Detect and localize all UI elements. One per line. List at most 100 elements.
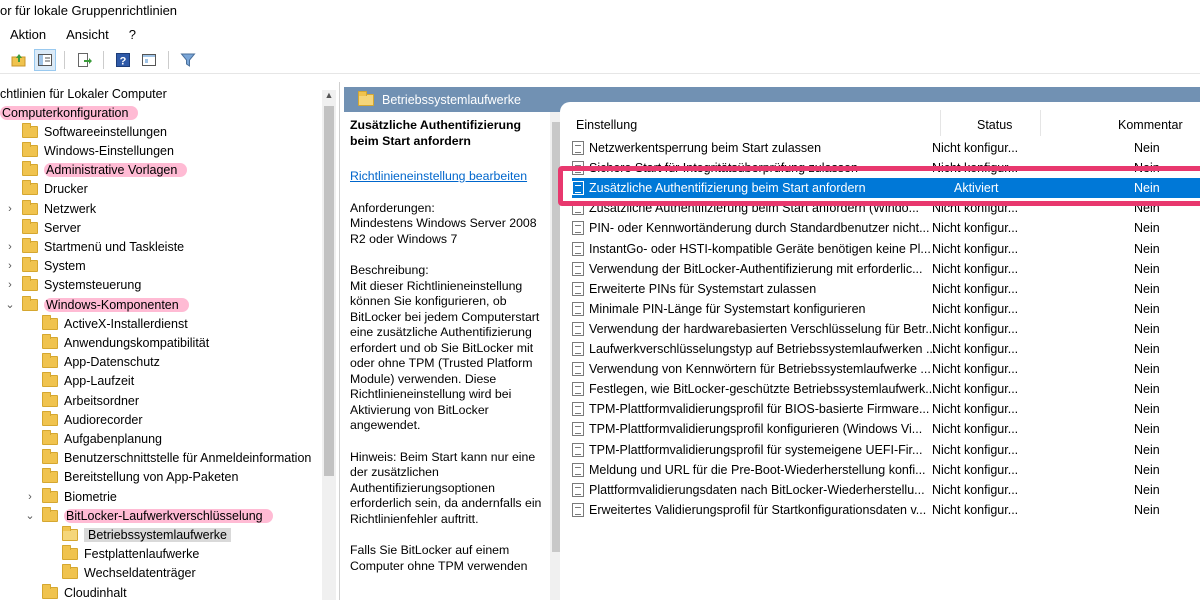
- policy-status: Nicht konfigur...: [932, 502, 1019, 517]
- column-separator[interactable]: [1040, 110, 1041, 136]
- tree-item[interactable]: ⌄ BitLocker-Laufwerkverschlüsselung: [24, 506, 273, 525]
- policy-setting-icon: [572, 221, 584, 236]
- tree-root[interactable]: chtlinien für Lokaler Computer: [0, 84, 167, 103]
- tree-item[interactable]: Administrative Vorlagen: [4, 161, 188, 180]
- properties-icon[interactable]: [138, 49, 160, 71]
- tree-item[interactable]: Audiorecorder: [24, 410, 143, 429]
- tree-item[interactable]: › Netzwerk: [4, 199, 96, 218]
- tree-item[interactable]: Aufgabenplanung: [24, 429, 162, 448]
- tree-item[interactable]: › Systemsteuerung: [4, 276, 141, 295]
- policy-row[interactable]: PIN- oder Kennwortänderung durch Standar…: [572, 218, 1200, 238]
- column-comment[interactable]: Kommentar: [1118, 114, 1183, 136]
- tree-item[interactable]: Benutzerschnittstelle für Anmeldeinforma…: [24, 449, 311, 468]
- policy-setting-icon: [572, 442, 584, 457]
- policy-row[interactable]: Laufwerkverschlüsselungstyp auf Betriebs…: [572, 339, 1200, 359]
- policy-row[interactable]: Meldung und URL für die Pre-Boot-Wiederh…: [572, 460, 1200, 480]
- column-status[interactable]: Status: [977, 114, 1012, 136]
- policy-row[interactable]: Verwendung von Kennwörtern für Betriebss…: [572, 359, 1200, 379]
- tree-item-label: Wechseldatenträger: [84, 566, 196, 581]
- chevron-right-icon[interactable]: ›: [4, 279, 16, 291]
- filter-icon[interactable]: [177, 49, 199, 71]
- folder-icon: [22, 295, 38, 311]
- policy-row[interactable]: TPM-Plattformvalidierungsprofil für BIOS…: [572, 399, 1200, 419]
- policy-row[interactable]: Verwendung der BitLocker-Authentifizieru…: [572, 259, 1200, 279]
- tree-item[interactable]: Windows-Einstellungen: [4, 141, 174, 160]
- policy-row[interactable]: Erweitertes Validierungsprofil für Start…: [572, 500, 1200, 520]
- policy-row[interactable]: InstantGo- oder HSTI-kompatible Geräte b…: [572, 239, 1200, 259]
- policy-row[interactable]: Erweiterte PINs für Systemstart zulassen…: [572, 279, 1200, 299]
- chevron-right-icon[interactable]: ›: [24, 491, 36, 503]
- tree-item[interactable]: Festplattenlaufwerke: [44, 545, 199, 564]
- tree-item-label: Softwareeinstellungen: [44, 124, 167, 139]
- policy-row[interactable]: Sichere Start für Integritätsüberprüfung…: [572, 158, 1200, 178]
- chevron-down-icon[interactable]: ⌄: [4, 298, 16, 311]
- chevron-right-icon[interactable]: ›: [4, 260, 16, 272]
- chevron-right-icon[interactable]: ›: [4, 241, 16, 253]
- tree-item[interactable]: › System: [4, 257, 86, 276]
- menu-help[interactable]: ?: [129, 27, 136, 42]
- help-icon[interactable]: ?: [112, 49, 134, 71]
- tree-item[interactable]: Softwareeinstellungen: [4, 122, 167, 141]
- policy-row[interactable]: Plattformvalidierungsdaten nach BitLocke…: [572, 480, 1200, 500]
- folder-icon: [42, 333, 58, 349]
- tree-item[interactable]: › Startmenü und Taskleiste: [4, 237, 184, 256]
- tree-item[interactable]: App-Laufzeit: [24, 372, 134, 391]
- tree-item-label: Arbeitsordner: [64, 393, 140, 408]
- tree-scrollbar-thumb[interactable]: [324, 106, 334, 476]
- tree-item[interactable]: App-Datenschutz: [24, 353, 160, 372]
- policy-row[interactable]: Verwendung der hardwarebasierten Verschl…: [572, 319, 1200, 339]
- tree-item[interactable]: Computerkonfiguration: [0, 103, 139, 122]
- up-folder-icon[interactable]: [8, 49, 30, 71]
- menu-aktion[interactable]: Aktion: [10, 27, 46, 42]
- folder-icon: [42, 429, 58, 445]
- tree-item[interactable]: Drucker: [4, 180, 88, 199]
- policy-row[interactable]: Zusätzliche Authentifizierung beim Start…: [572, 198, 1200, 218]
- policy-setting-icon: [572, 161, 584, 176]
- export-icon[interactable]: [73, 49, 95, 71]
- menu-ansicht[interactable]: Ansicht: [66, 27, 109, 42]
- tree-item[interactable]: Server: [4, 218, 81, 237]
- tree-item-label: Administrative Vorlagen: [44, 163, 188, 178]
- tree-scrollbar[interactable]: ▲: [322, 90, 336, 600]
- extended-description: Zusätzliche Authentifizierung beim Start…: [344, 112, 558, 600]
- policy-setting-icon: [572, 241, 584, 256]
- edit-policy-link[interactable]: Richtlinieneinstellung bearbeiten: [350, 169, 552, 185]
- policy-row[interactable]: Festlegen, wie BitLocker-geschützte Betr…: [572, 379, 1200, 399]
- tree-item[interactable]: Wechseldatenträger: [44, 564, 196, 583]
- policy-setting-icon: [572, 502, 584, 517]
- policy-row[interactable]: Minimale PIN-Länge für Systemstart konfi…: [572, 299, 1200, 319]
- column-setting[interactable]: Einstellung: [576, 114, 637, 136]
- toolbar: ?: [0, 46, 1200, 74]
- policy-row[interactable]: Netzwerkentsperrung beim Start zulassen N…: [572, 138, 1200, 158]
- tree-item[interactable]: Bereitstellung von App-Paketen: [24, 468, 238, 487]
- policy-row[interactable]: TPM-Plattformvalidierungsprofil konfigur…: [572, 419, 1200, 439]
- scroll-up-icon[interactable]: ▲: [322, 90, 336, 104]
- tree-item[interactable]: Arbeitsordner: [24, 391, 139, 410]
- policy-row[interactable]: Zusätzliche Authentifizierung beim Start…: [572, 178, 1200, 199]
- tree-item[interactable]: ActiveX-Installerdienst: [24, 314, 188, 333]
- chevron-down-icon[interactable]: ⌄: [24, 509, 36, 522]
- tree-item-label: Startmenü und Taskleiste: [44, 239, 185, 254]
- tree-item[interactable]: Cloudinhalt: [24, 583, 127, 600]
- tree-item-label: Systemsteuerung: [44, 278, 142, 293]
- tree-item[interactable]: › Biometrie: [24, 487, 117, 506]
- folder-icon: [42, 372, 58, 388]
- policy-setting-icon: [572, 201, 584, 216]
- column-separator[interactable]: [940, 110, 941, 136]
- tree-item[interactable]: ⌄ Windows-Komponenten: [4, 295, 189, 314]
- folder-icon: [42, 583, 58, 599]
- policy-status: Nicht konfigur...: [932, 161, 1019, 176]
- policy-comment: Nein: [1134, 382, 1160, 397]
- description-requirements: Anforderungen: Mindestens Windows Server…: [350, 200, 537, 246]
- tree-item[interactable]: Anwendungskompatibilität: [24, 333, 209, 352]
- chevron-right-icon[interactable]: ›: [4, 203, 16, 215]
- policy-comment: Nein: [1134, 502, 1160, 517]
- tree-item[interactable]: Betriebssystemlaufwerke: [44, 525, 231, 544]
- tree-item-label: Audiorecorder: [64, 412, 143, 427]
- folder-icon: [42, 449, 58, 465]
- show-hide-tree-icon[interactable]: [34, 48, 56, 71]
- toolbar-separator: [103, 50, 104, 69]
- tree-item-label: Windows-Komponenten: [44, 297, 189, 312]
- policy-comment: Nein: [1134, 221, 1160, 236]
- policy-row[interactable]: TPM-Plattformvalidierungsprofil für syst…: [572, 440, 1200, 460]
